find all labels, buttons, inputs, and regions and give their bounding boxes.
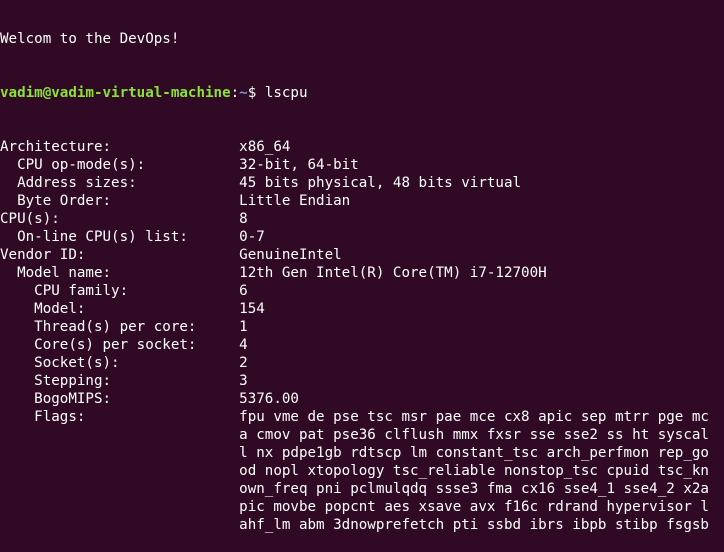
- row-value: fpu vme de pse tsc msr pae mce cx8 apic …: [239, 409, 709, 425]
- output-row: CPU op-mode(s): 32-bit, 64-bit: [0, 156, 724, 174]
- output-row: Model name: 12th Gen Intel(R) Core(TM) i…: [0, 264, 724, 282]
- command-text: lscpu: [264, 85, 308, 101]
- terminal-output[interactable]: Welcom to the DevOps! vadim@vadim-virtua…: [0, 0, 724, 552]
- flags-continuation-row: a cmov pat pse36 clflush mmx fxsr sse ss…: [0, 426, 724, 444]
- prompt-symbol: $: [247, 85, 265, 101]
- row-value: 45 bits physical, 48 bits virtual: [239, 175, 522, 191]
- output-row: Flags: fpu vme de pse tsc msr pae mce cx…: [0, 408, 724, 426]
- prompt-separator: :: [230, 85, 240, 101]
- flags-continuation-row: l nx pdpe1gb rdtscp lm constant_tsc arch…: [0, 444, 724, 462]
- row-value: 32-bit, 64-bit: [239, 157, 359, 173]
- flags-continuation-row: od nopl xtopology tsc_reliable nonstop_t…: [0, 462, 724, 480]
- output-row: CPU(s): 8: [0, 210, 724, 228]
- row-value: 0-7: [239, 229, 265, 245]
- row-label: Architecture:: [0, 139, 240, 155]
- output-row: Address sizes: 45 bits physical, 48 bits…: [0, 174, 724, 192]
- output-row: Core(s) per socket: 4: [0, 336, 724, 354]
- row-value: 154: [239, 301, 265, 317]
- flags-continuation-row: own_freq pni pclmulqdq ssse3 fma cx16 ss…: [0, 480, 724, 498]
- prompt-path: ~: [239, 85, 248, 101]
- output-row: Vendor ID: GenuineIntel: [0, 246, 724, 264]
- flags-value: a cmov pat pse36 clflush mmx fxsr sse ss…: [239, 427, 709, 443]
- flags-value: own_freq pni pclmulqdq ssse3 fma cx16 ss…: [239, 481, 709, 497]
- prompt-line: vadim@vadim-virtual-machine:~$ lscpu: [0, 84, 724, 102]
- row-label: Flags:: [0, 409, 240, 425]
- row-label: Core(s) per socket:: [0, 337, 240, 353]
- output-row: Byte Order: Little Endian: [0, 192, 724, 210]
- row-value: Little Endian: [239, 193, 351, 209]
- row-value: x86_64: [239, 139, 291, 155]
- row-label: Stepping:: [0, 373, 240, 389]
- row-value: 2: [239, 355, 248, 371]
- welcome-line: Welcom to the DevOps!: [0, 31, 180, 47]
- row-label: CPU(s):: [0, 211, 240, 227]
- output-row: On-line CPU(s) list: 0-7: [0, 228, 724, 246]
- row-label: Model name:: [0, 265, 240, 281]
- output-row: CPU family: 6: [0, 282, 724, 300]
- row-value: 8: [239, 211, 248, 227]
- row-value: 4: [239, 337, 248, 353]
- output-row: Architecture: x86_64: [0, 138, 724, 156]
- flags-value: od nopl xtopology tsc_reliable nonstop_t…: [239, 463, 709, 479]
- row-label: BogoMIPS:: [0, 391, 240, 407]
- row-label: Address sizes:: [0, 175, 240, 191]
- flags-value: pic movbe popcnt aes xsave avx f16c rdra…: [239, 499, 709, 515]
- row-value: GenuineIntel: [239, 247, 342, 263]
- output-row: Model: 154: [0, 300, 724, 318]
- row-value: 3: [239, 373, 248, 389]
- row-label: Model:: [0, 301, 240, 317]
- row-label: On-line CPU(s) list:: [0, 229, 240, 245]
- output-row: Stepping: 3: [0, 372, 724, 390]
- output-row: Thread(s) per core: 1: [0, 318, 724, 336]
- row-value: 6: [239, 283, 248, 299]
- row-label: Socket(s):: [0, 355, 240, 371]
- row-value: 12th Gen Intel(R) Core(TM) i7-12700H: [239, 265, 547, 281]
- flags-continuation-row: pic movbe popcnt aes xsave avx f16c rdra…: [0, 498, 724, 516]
- row-label: Byte Order:: [0, 193, 240, 209]
- row-value: 1: [239, 319, 248, 335]
- row-label: CPU op-mode(s):: [0, 157, 240, 173]
- row-value: 5376.00: [239, 391, 299, 407]
- row-label: Vendor ID:: [0, 247, 240, 263]
- flags-value: ahf_lm abm 3dnowprefetch pti ssbd ibrs i…: [239, 517, 709, 533]
- flags-value: l nx pdpe1gb rdtscp lm constant_tsc arch…: [239, 445, 709, 461]
- flags-continuation-row: ahf_lm abm 3dnowprefetch pti ssbd ibrs i…: [0, 516, 724, 534]
- output-row: Socket(s): 2: [0, 354, 724, 372]
- row-label: Thread(s) per core:: [0, 319, 240, 335]
- output-row: BogoMIPS: 5376.00: [0, 390, 724, 408]
- lscpu-output: Architecture: x86_64 CPU op-mode(s): 32-…: [0, 138, 724, 534]
- prompt-user-host: vadim@vadim-virtual-machine: [0, 85, 231, 101]
- row-label: CPU family:: [0, 283, 240, 299]
